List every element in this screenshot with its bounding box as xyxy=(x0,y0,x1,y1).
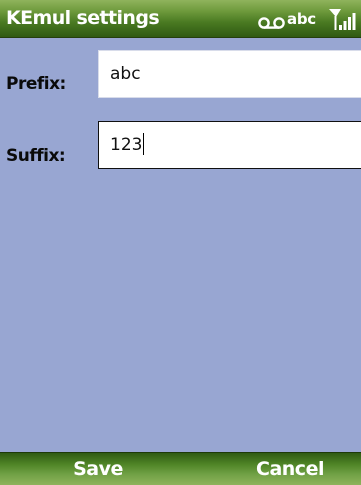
cancel-softkey[interactable]: Cancel xyxy=(240,453,340,485)
prefix-label: Prefix: xyxy=(6,74,66,94)
title-bar: KEmul settings abc xyxy=(0,0,361,38)
settings-form: Prefix: abc Suffix: 123 xyxy=(0,38,361,452)
voicemail-icon xyxy=(258,17,285,29)
signal-strength-icon xyxy=(329,9,356,30)
text-cursor xyxy=(143,133,145,155)
suffix-label: Suffix: xyxy=(6,146,66,166)
input-mode-indicator: abc xyxy=(287,10,316,28)
softkey-bar: Save Cancel xyxy=(0,452,361,485)
prefix-input[interactable]: abc xyxy=(98,50,361,98)
status-indicators: abc xyxy=(258,7,361,33)
prefix-input-value: abc xyxy=(110,64,141,84)
save-softkey[interactable]: Save xyxy=(60,453,136,485)
suffix-input-value: 123 xyxy=(110,135,143,155)
suffix-input[interactable]: 123 xyxy=(98,121,361,169)
window-title: KEmul settings xyxy=(6,7,160,29)
kemul-settings-screen: KEmul settings abc Prefix: abc Suffix: 1… xyxy=(0,0,361,485)
